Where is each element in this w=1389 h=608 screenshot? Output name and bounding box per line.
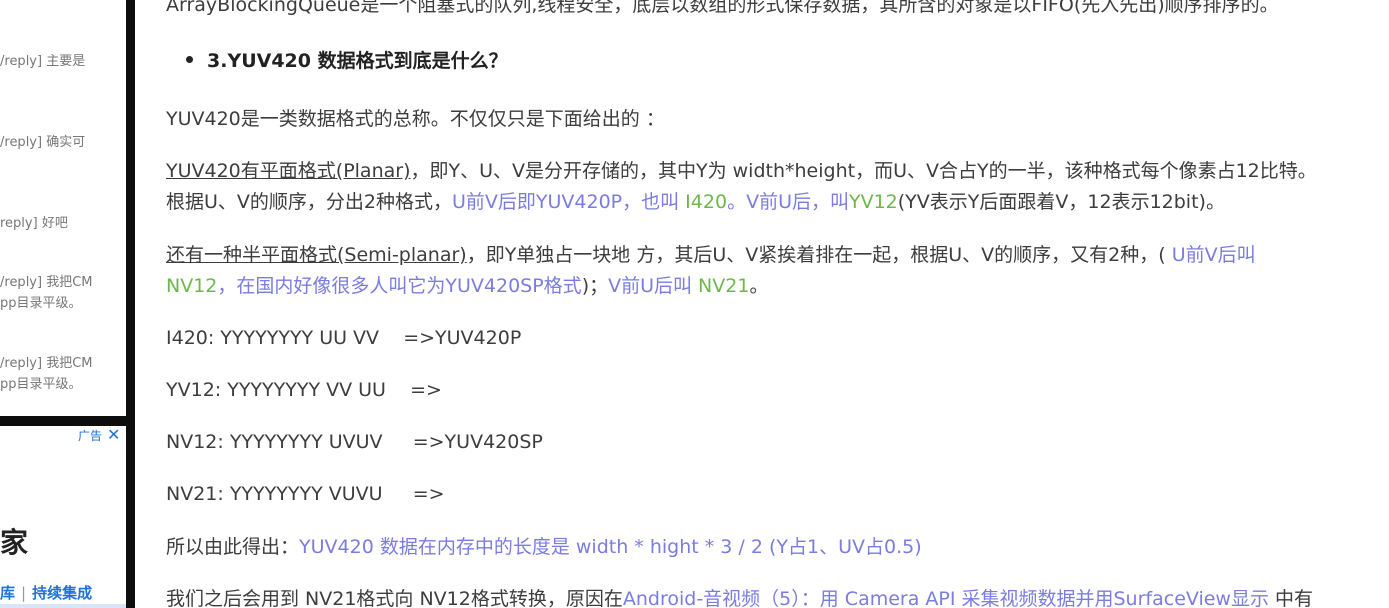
close-icon[interactable]: ✕	[107, 426, 120, 444]
recent-comments-panel: /reply] 主要是 /reply] 确实可 reply] 好吧 /reply…	[0, 0, 126, 416]
comment-item[interactable]: /reply] 我把CM	[0, 272, 126, 293]
text-span: )；	[581, 275, 609, 297]
article-paragraph: YUV420是一类数据格式的总称。不仅仅只是下面给出的 ：	[166, 108, 665, 130]
highlight-text: I420	[679, 191, 728, 213]
left-sidebar: /reply] 主要是 /reply] 确实可 reply] 好吧 /reply…	[0, 0, 135, 608]
ad-links: 库 | 持续集成	[0, 582, 92, 603]
ad-link[interactable]: 库	[0, 584, 15, 602]
text-span: 根据U、V的顺序，分出2种格式，	[166, 191, 452, 213]
text-span: (YV表示Y后面跟着V，12表示12bit)。	[897, 191, 1225, 213]
article-paragraph: ArrayBlockingQueue是一个阻塞式的队列,线程安全，底层以数组的形…	[166, 0, 1279, 16]
format-line: I420: YYYYYYYY UU VV =>YUV420P	[166, 327, 522, 349]
highlight-text: U前V后叫	[1165, 244, 1256, 266]
highlight-text: NV21	[692, 275, 750, 297]
format-line: NV21: YYYYYYYY VUVU =>	[166, 483, 445, 505]
format-line: YV12: YYYYYYYY VV UU =>	[166, 379, 442, 401]
comment-item[interactable]: /reply] 确实可	[0, 132, 126, 153]
article-content: ArrayBlockingQueue是一个阻塞式的队列,线程安全，底层以数组的形…	[166, 0, 1389, 608]
comment-item[interactable]: pp目录平级。	[0, 374, 126, 395]
text-span: ，即Y、U、V是分开存储的，其中Y为 width*height，而U、V合占Y的…	[410, 160, 1317, 182]
text-span: ，即Y单独占一块地 方，其后U、V紧挨着排在一起，根据U、V的顺序，又有2种，(	[466, 244, 1166, 266]
article-paragraph: 还有一种半平面格式(Semi-planar)，即Y单独占一块地 方，其后U、V紧…	[166, 243, 1256, 267]
format-line: NV12: YYYYYYYY UVUV =>YUV420SP	[166, 431, 543, 453]
article-paragraph: 我们之后会用到 NV21格式向 NV12格式转换，原因在Android-音视频（…	[166, 587, 1313, 608]
article-paragraph: 根据U、V的顺序，分出2种格式，U前V后即YUV420P，也叫 I420。V前U…	[166, 190, 1225, 214]
text-span: 我们之后会用到 NV21格式向 NV12格式转换，原因在	[166, 588, 623, 608]
underlined-term: 还有一种半平面格式(Semi-planar)	[166, 244, 467, 266]
section-heading: 3.YUV420 数据格式到底是什么？	[186, 46, 508, 73]
underlined-term: YUV420有平面格式(Planar)	[166, 160, 411, 182]
comment-item[interactable]: /reply] 我把CM	[0, 353, 126, 374]
highlight-text: YV12	[848, 191, 898, 213]
article-paragraph: 所以由此得出：YUV420 数据在内存中的长度是 width * hight *…	[166, 535, 922, 559]
comment-item[interactable]: reply] 好吧	[0, 213, 126, 234]
text-span: 。	[749, 275, 769, 297]
comment-item[interactable]: /reply] 主要是	[0, 51, 126, 72]
bullet-dot	[186, 56, 193, 63]
highlight-text: V前U后叫	[608, 275, 693, 297]
highlight-text: ，在国内好像很多人叫它为YUV420SP格式	[217, 275, 582, 297]
highlight-text: U前V后即YUV420P，也叫	[452, 191, 680, 213]
ad-panel: 广告 ✕ 家 库 | 持续集成	[0, 426, 126, 608]
ad-link-separator: |	[21, 584, 27, 602]
comment-item[interactable]: pp目录平级。	[0, 293, 126, 314]
highlight-text: V前U后，叫	[746, 191, 849, 213]
ad-heading[interactable]: 家	[0, 521, 28, 561]
highlight-text: 。	[727, 191, 747, 213]
highlight-text: YUV420 数据在内存中的长度是 width * hight * 3 / 2 …	[299, 536, 922, 558]
text-span: 所以由此得出：	[166, 536, 300, 558]
ad-bottom-bar	[0, 604, 126, 608]
section-heading-text: 3.YUV420 数据格式到底是什么？	[207, 50, 508, 72]
ad-label: 广告	[78, 429, 103, 443]
article-link[interactable]: Android-音视频（5）：用 Camera API 采集视频数据并用Surf…	[623, 588, 1269, 608]
ad-link[interactable]: 持续集成	[32, 584, 92, 602]
text-span: 中有	[1268, 588, 1314, 608]
article-paragraph: YUV420有平面格式(Planar)，即Y、U、V是分开存储的，其中Y为 wi…	[166, 159, 1317, 183]
article-paragraph: NV12，在国内好像很多人叫它为YUV420SP格式)；V前U后叫 NV21。	[166, 274, 768, 298]
highlight-text: NV12	[166, 275, 218, 297]
